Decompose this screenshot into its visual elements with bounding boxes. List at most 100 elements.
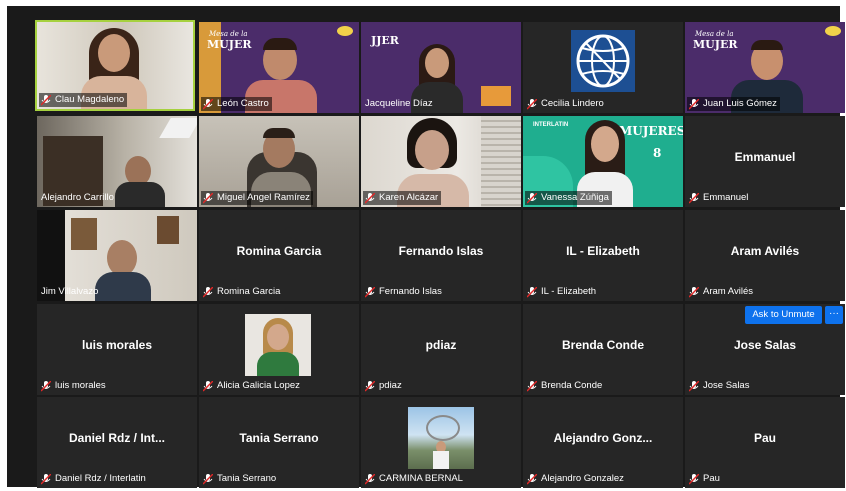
participant-display-name: Daniel Rdz / Int... [68, 431, 165, 445]
profile-picture [571, 30, 635, 92]
participant-name-label: Cecilia Lindero [525, 97, 607, 111]
participant-name-label: Tania Serrano [201, 472, 279, 486]
participant-name-label: Daniel Rdz / Interlatin [39, 472, 149, 486]
mic-muted-icon [365, 286, 375, 298]
participant-tile-vanessa-zuniga[interactable]: INTERLATIN MUJERES 8 Vanessa Zúñiga [523, 116, 683, 207]
participant-tile-jacqueline-diaz[interactable]: JJER Jacqueline Díaz [361, 22, 521, 113]
participant-display-name: Emmanuel [734, 150, 796, 164]
participant-tile-leon-castro[interactable]: Mesa de la MUJER León Castro [199, 22, 359, 113]
participant-name: Daniel Rdz / Interlatin [55, 473, 146, 484]
participant-tile-alejandro-carrillo[interactable]: Alejandro Carrillo [37, 116, 197, 207]
participant-tile-jim-villalvazo[interactable]: Jim Villalvazo [37, 210, 197, 301]
participant-name: Emmanuel [703, 192, 749, 203]
participant-tile-emmanuel[interactable]: Emmanuel Emmanuel [685, 116, 845, 207]
profile-picture [245, 314, 311, 376]
participant-display-name: IL - Elizabeth [566, 244, 640, 258]
participant-name: Pau [703, 473, 720, 484]
participant-name: Jacqueline Díaz [365, 98, 433, 109]
participant-name-label: Alejandro Carrillo [39, 191, 117, 205]
participant-name: Alejandro Carrillo [41, 192, 114, 203]
participant-tile-luis-morales[interactable]: luis morales luis morales [37, 304, 197, 395]
participant-name-label: Pau [687, 472, 723, 486]
participant-tile-pau[interactable]: Pau Pau [685, 397, 845, 488]
participant-name-label: Vanessa Zúñiga [525, 191, 612, 205]
participant-tile-cecilia-lindero[interactable]: Cecilia Lindero [523, 22, 683, 113]
participant-name-label: CARMINA BERNAL [363, 472, 466, 486]
mic-muted-icon [689, 192, 699, 204]
mic-muted-icon [527, 192, 537, 204]
mic-muted-icon [527, 380, 537, 392]
participant-tile-clau-magdaleno[interactable]: Clau Magdaleno [35, 20, 195, 111]
mic-muted-icon [203, 473, 213, 485]
participant-name-label: Alejandro Gonzalez [525, 472, 627, 486]
more-options-button[interactable]: ··· [825, 306, 843, 324]
participant-tile-tania-serrano[interactable]: Tania Serrano Tania Serrano [199, 397, 359, 488]
banner-subtitle: Mesa de la [209, 30, 248, 38]
banner-title: MUJER [693, 38, 738, 51]
mic-muted-icon [527, 98, 537, 110]
participant-name-label: pdiaz [363, 379, 405, 393]
participant-name: Romina Garcia [217, 286, 281, 297]
participant-name: Alejandro Gonzalez [541, 473, 624, 484]
mic-muted-icon [689, 98, 699, 110]
participant-name-label: Karen Alcázar [363, 191, 442, 205]
mic-muted-icon [203, 98, 213, 110]
mic-muted-icon [41, 94, 51, 106]
participant-display-name: Romina Garcia [236, 244, 322, 258]
banner-title: JJER [371, 34, 399, 47]
participant-name: Clau Magdaleno [55, 94, 125, 105]
participant-name: Brenda Conde [541, 380, 603, 391]
ask-to-unmute-button[interactable]: Ask to Unmute [745, 306, 822, 324]
participant-name: Alicia Galicia Lopez [217, 380, 300, 391]
participant-display-name: Fernando Islas [398, 244, 484, 258]
participant-name-label: luis morales [39, 379, 109, 393]
participant-name: Vanessa Zúñiga [541, 192, 609, 203]
mic-muted-icon [203, 192, 213, 204]
participant-name: Fernando Islas [379, 286, 442, 297]
mic-muted-icon [365, 192, 375, 204]
participant-tile-brenda-conde[interactable]: Brenda Conde Brenda Conde [523, 304, 683, 395]
participant-name: pdiaz [379, 380, 402, 391]
participant-tile-daniel-rdz[interactable]: Daniel Rdz / Int... Daniel Rdz / Interla… [37, 397, 197, 488]
participant-name: León Castro [217, 98, 269, 109]
participant-name: luis morales [55, 380, 106, 391]
participant-display-name: luis morales [81, 338, 153, 352]
participant-name: Aram Avilés [703, 286, 753, 297]
mic-muted-icon [689, 473, 699, 485]
participant-name-label: Aram Avilés [687, 285, 756, 299]
participant-tile-il-elizabeth[interactable]: IL - Elizabeth IL - Elizabeth [523, 210, 683, 301]
participant-name-label: Fernando Islas [363, 285, 445, 299]
participant-name: Miguel Angel Ramírez [217, 192, 310, 203]
participant-tile-aram-aviles[interactable]: Aram Avilés Aram Avilés [685, 210, 845, 301]
mic-muted-icon [203, 380, 213, 392]
participant-tile-miguel-angel-ramirez[interactable]: Miguel Angel Ramírez [199, 116, 359, 207]
participant-tile-karen-alcazar[interactable]: Karen Alcázar [361, 116, 521, 207]
participant-display-name: Alejandro Gonz... [553, 431, 653, 445]
participant-name-label: Clau Magdaleno [39, 93, 128, 107]
banner-subtitle: INTERLATIN [533, 122, 569, 128]
participant-name-label: Emmanuel [687, 191, 751, 205]
participant-tile-romina-garcia[interactable]: Romina Garcia Romina Garcia [199, 210, 359, 301]
participant-tile-pdiaz[interactable]: pdiaz pdiaz [361, 304, 521, 395]
participant-tile-alejandro-gonzalez[interactable]: Alejandro Gonz... Alejandro Gonzalez [523, 397, 683, 488]
participant-name: Tania Serrano [217, 473, 277, 484]
participant-tile-fernando-islas[interactable]: Fernando Islas Fernando Islas [361, 210, 521, 301]
participant-display-name: Pau [753, 431, 776, 445]
participant-name: IL - Elizabeth [541, 286, 597, 297]
participant-name-label: Jim Villalvazo [39, 285, 101, 299]
participant-display-name: Jose Salas [733, 338, 797, 352]
participant-name: Juan Luis Gómez [703, 98, 777, 109]
profile-picture [408, 407, 474, 469]
participant-display-name: pdiaz [425, 338, 457, 352]
participant-tile-alicia-galicia-lopez[interactable]: Alicia Galicia Lopez [199, 304, 359, 395]
participant-tile-juan-luis-gomez[interactable]: Mesa de la MUJER Juan Luis Gómez [685, 22, 845, 113]
participant-name-label: Juan Luis Gómez [687, 97, 780, 111]
participant-name: Cecilia Lindero [541, 98, 604, 109]
mic-muted-icon [203, 286, 213, 298]
participant-tile-carmina-bernal[interactable]: CARMINA BERNAL [361, 397, 521, 488]
participant-display-name: Aram Avilés [730, 244, 800, 258]
participant-name-label: Jose Salas [687, 379, 752, 393]
participant-name-label: Brenda Conde [525, 379, 605, 393]
participant-name: Jim Villalvazo [41, 286, 99, 297]
banner-title: MUJER [207, 38, 252, 51]
